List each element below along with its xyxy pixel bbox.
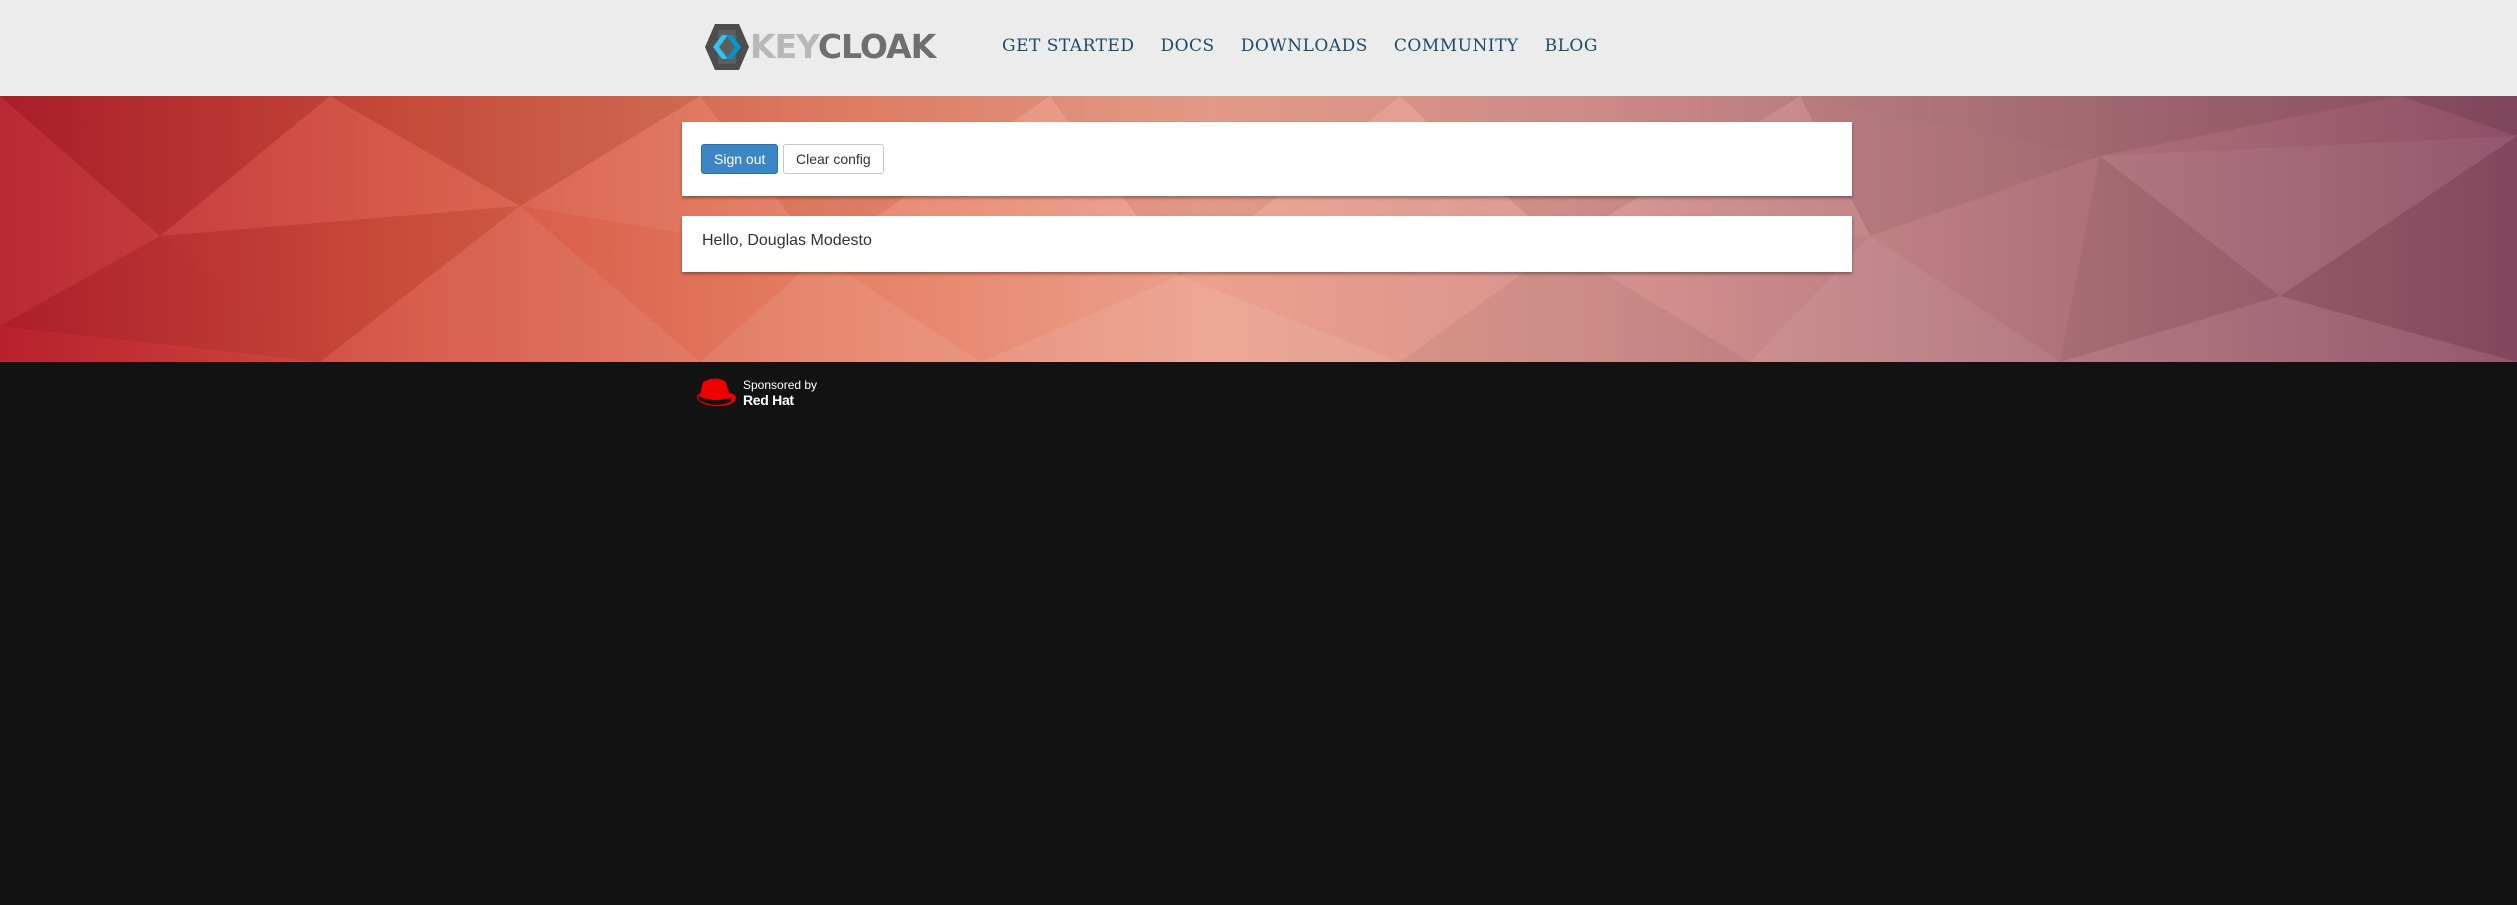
sponsor-text: Sponsored by Red Hat — [743, 378, 817, 408]
nav-community[interactable]: COMMUNITY — [1394, 36, 1519, 56]
greeting-panel: Hello, Douglas Modesto — [682, 216, 1852, 272]
top-navbar: KEYCLOAK GET STARTED DOCS DOWNLOADS COMM… — [0, 0, 2517, 96]
nav-get-started[interactable]: GET STARTED — [1002, 36, 1134, 56]
redhat-hat-icon — [696, 378, 736, 407]
actions-panel: Sign out Clear config — [682, 122, 1852, 196]
logo-wordmark: KEYCLOAK — [750, 27, 936, 66]
hero-banner: Sign out Clear config Hello, Douglas Mod… — [0, 96, 2517, 362]
greeting-text: Hello, Douglas Modesto — [702, 232, 872, 249]
sign-out-button[interactable]: Sign out — [701, 144, 779, 174]
sponsored-by-label: Sponsored by — [743, 378, 818, 392]
keycloak-logo[interactable]: KEYCLOAK — [704, 22, 936, 72]
nav-downloads[interactable]: DOWNLOADS — [1241, 36, 1368, 56]
main-nav: GET STARTED DOCS DOWNLOADS COMMUNITY BLO… — [1002, 30, 1598, 62]
nav-blog[interactable]: BLOG — [1545, 36, 1598, 56]
sponsor-badge[interactable]: Sponsored by Red Hat — [695, 376, 817, 410]
keycloak-logo-icon — [705, 24, 749, 70]
redhat-brand-label: Red Hat — [743, 392, 794, 408]
clear-config-button[interactable]: Clear config — [783, 144, 884, 174]
nav-docs[interactable]: DOCS — [1160, 36, 1214, 56]
